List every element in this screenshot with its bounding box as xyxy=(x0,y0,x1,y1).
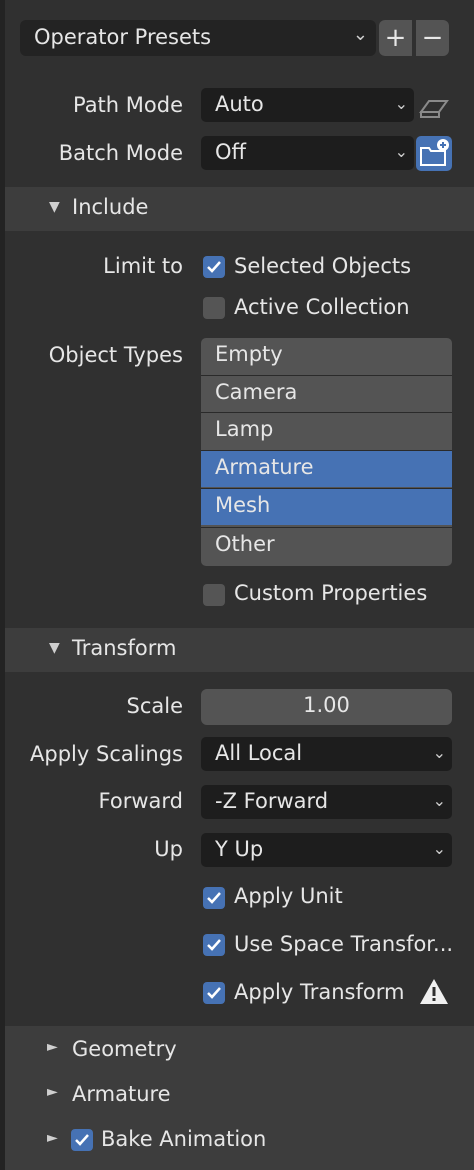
triangle-right-icon: ► xyxy=(47,1130,58,1146)
object-types-label: Object Types xyxy=(48,343,183,367)
active-collection-checkbox[interactable] xyxy=(203,297,225,319)
batch-mode-label: Batch Mode xyxy=(58,141,183,165)
forward-dropdown[interactable]: -Z Forward ⌄ xyxy=(201,785,452,819)
armature-title: Armature xyxy=(72,1082,171,1106)
bake-animation-section-header[interactable]: ► Bake Animation xyxy=(0,1118,474,1162)
selected-objects-checkbox[interactable] xyxy=(203,256,225,278)
active-collection-label: Active Collection xyxy=(234,295,410,319)
scale-label: Scale xyxy=(126,694,184,718)
triangle-down-icon: ▼ xyxy=(49,199,60,215)
geometry-title: Geometry xyxy=(72,1037,177,1061)
use-space-transform-label: Use Space Transfor... xyxy=(234,932,454,956)
object-type-mesh[interactable]: Mesh xyxy=(201,488,452,525)
forward-value: -Z Forward xyxy=(215,789,329,813)
scale-field[interactable]: 1.00 xyxy=(201,689,452,725)
include-title: Include xyxy=(72,195,149,219)
up-dropdown[interactable]: Y Up ⌄ xyxy=(201,833,452,867)
object-types-list: Empty Camera Lamp Armature Mesh Other xyxy=(201,338,452,566)
checkmark-icon xyxy=(207,892,221,904)
chevron-down-icon: ⌄ xyxy=(394,142,408,161)
object-type-camera[interactable]: Camera xyxy=(201,375,452,412)
chevron-down-icon: ⌄ xyxy=(352,24,368,45)
geometry-section-header[interactable]: ► Geometry xyxy=(0,1028,474,1068)
scale-value: 1.00 xyxy=(303,693,350,717)
checkmark-icon xyxy=(207,939,221,951)
object-type-empty[interactable]: Empty xyxy=(201,338,452,375)
apply-transform-checkbox[interactable] xyxy=(203,982,225,1004)
path-mode-dropdown[interactable]: Auto ⌄ xyxy=(201,88,414,122)
panel-left-border xyxy=(0,0,5,1170)
triangle-right-icon: ► xyxy=(47,1039,58,1055)
apply-scalings-dropdown[interactable]: All Local ⌄ xyxy=(201,737,452,771)
operator-presets-label: Operator Presets xyxy=(34,25,212,49)
transform-section-header[interactable]: ▼ Transform xyxy=(5,628,474,672)
transform-title: Transform xyxy=(72,636,177,660)
triangle-right-icon: ► xyxy=(47,1084,58,1100)
path-mode-value: Auto xyxy=(215,92,264,116)
selected-objects-label: Selected Objects xyxy=(234,254,412,278)
apply-scalings-label: Apply Scalings xyxy=(30,742,183,766)
checkmark-icon xyxy=(75,1134,89,1146)
warning-icon xyxy=(419,977,449,1007)
forward-label: Forward xyxy=(98,789,183,813)
operator-presets-dropdown[interactable]: Operator Presets ⌄ xyxy=(20,20,376,56)
apply-transform-label: Apply Transform xyxy=(234,980,405,1004)
up-label: Up xyxy=(154,837,183,861)
custom-properties-label: Custom Properties xyxy=(234,581,428,605)
chevron-down-icon: ⌄ xyxy=(432,791,446,810)
embed-textures-toggle-icon[interactable] xyxy=(417,92,451,120)
object-type-lamp[interactable]: Lamp xyxy=(201,412,452,449)
apply-unit-checkbox[interactable] xyxy=(203,887,225,909)
object-type-other[interactable]: Other xyxy=(201,527,452,564)
remove-preset-button[interactable]: − xyxy=(416,20,449,56)
batch-own-dir-button[interactable] xyxy=(416,136,452,171)
limit-to-label: Limit to xyxy=(103,254,183,278)
object-type-armature[interactable]: Armature xyxy=(201,450,452,487)
bake-animation-title: Bake Animation xyxy=(101,1127,267,1151)
use-space-transform-checkbox[interactable] xyxy=(203,934,225,956)
chevron-down-icon: ⌄ xyxy=(432,743,446,762)
add-preset-button[interactable]: + xyxy=(379,20,412,56)
path-mode-label: Path Mode xyxy=(72,93,183,117)
triangle-down-icon: ▼ xyxy=(49,640,60,656)
batch-mode-dropdown[interactable]: Off ⌄ xyxy=(201,136,414,170)
chevron-down-icon: ⌄ xyxy=(394,94,408,113)
bake-animation-checkbox[interactable] xyxy=(71,1129,93,1151)
apply-unit-label: Apply Unit xyxy=(234,884,343,908)
custom-properties-checkbox[interactable] xyxy=(203,584,225,606)
checkmark-icon xyxy=(207,261,221,273)
apply-scalings-value: All Local xyxy=(215,741,303,765)
checkmark-icon xyxy=(207,987,221,999)
batch-mode-value: Off xyxy=(215,140,246,164)
folder-add-icon xyxy=(420,139,449,166)
chevron-down-icon: ⌄ xyxy=(432,839,446,858)
up-value: Y Up xyxy=(215,837,264,861)
armature-section-header[interactable]: ► Armature xyxy=(0,1073,474,1113)
include-section-header[interactable]: ▼ Include xyxy=(5,187,474,231)
